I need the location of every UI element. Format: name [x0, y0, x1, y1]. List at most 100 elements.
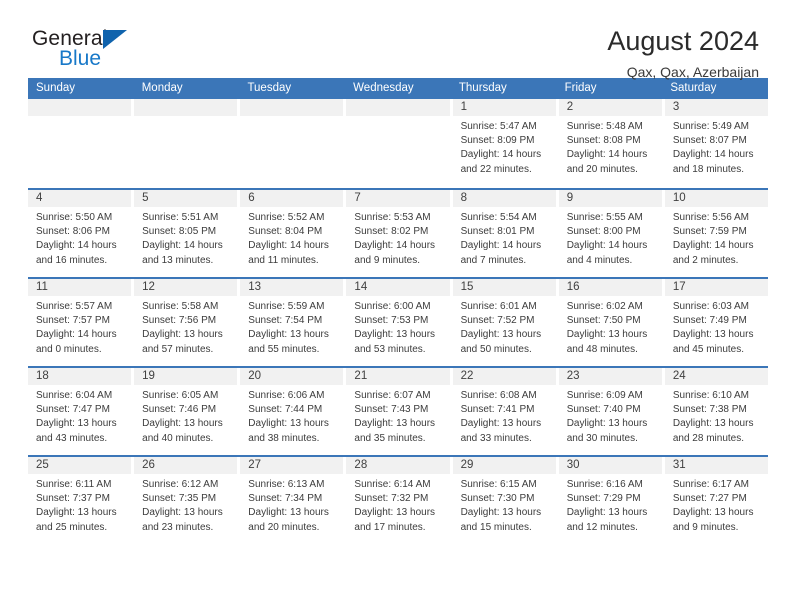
generalblue-logo[interactable]: General Blue: [32, 26, 232, 69]
day-cell[interactable]: 25 Sunrise: 6:11 AM Sunset: 7:37 PM Dayl…: [28, 457, 135, 544]
daylight-text-line2: and 43 minutes.: [36, 432, 108, 444]
sunrise-text: Sunrise: 5:50 AM: [36, 212, 113, 223]
daylight-text-line1: Daylight: 14 hours: [672, 149, 754, 161]
day-cell[interactable]: 11 Sunrise: 5:57 AM Sunset: 7:57 PM Dayl…: [28, 279, 135, 366]
sunset-text: Sunset: 8:09 PM: [460, 135, 535, 147]
sunrise-text: Sunrise: 5:56 AM: [672, 212, 749, 223]
daylight-text-line1: Daylight: 14 hours: [142, 240, 223, 252]
day-number: 18: [28, 368, 132, 385]
triangle-icon: [103, 30, 127, 49]
day-cell[interactable]: 26 Sunrise: 6:12 AM Sunset: 7:35 PM Dayl…: [134, 457, 241, 544]
day-cell[interactable]: 24 Sunrise: 6:10 AM Sunset: 7:38 PM Dayl…: [664, 368, 768, 455]
day-cell[interactable]: 6 Sunrise: 5:52 AM Sunset: 8:04 PM Dayli…: [240, 190, 347, 277]
weekday-header-wednesday: Wednesday: [353, 82, 414, 94]
day-cell[interactable]: 29 Sunrise: 6:15 AM Sunset: 7:30 PM Dayl…: [452, 457, 559, 544]
daylight-text-line1: Daylight: 13 hours: [142, 329, 223, 341]
day-cell[interactable]: 23 Sunrise: 6:09 AM Sunset: 7:40 PM Dayl…: [558, 368, 665, 455]
day-details: Sunrise: 5:55 AM Sunset: 8:00 PM Dayligh…: [559, 207, 662, 268]
sunrise-text: Sunrise: 6:11 AM: [36, 479, 112, 490]
day-number: 5: [134, 190, 238, 207]
day-cell[interactable]: 27 Sunrise: 6:13 AM Sunset: 7:34 PM Dayl…: [240, 457, 347, 544]
day-cell[interactable]: 8 Sunrise: 5:54 AM Sunset: 8:01 PM Dayli…: [452, 190, 559, 277]
daylight-text-line2: and 15 minutes.: [460, 521, 532, 533]
day-details: Sunrise: 5:59 AM Sunset: 7:54 PM Dayligh…: [240, 296, 343, 357]
day-cell[interactable]: [28, 99, 135, 188]
sunset-text: Sunset: 7:32 PM: [354, 493, 429, 505]
week-row: 25 Sunrise: 6:11 AM Sunset: 7:37 PM Dayl…: [28, 455, 768, 544]
daylight-text-line1: Daylight: 14 hours: [460, 149, 542, 161]
day-cell[interactable]: 4 Sunrise: 5:50 AM Sunset: 8:06 PM Dayli…: [28, 190, 135, 277]
day-cell[interactable]: 5 Sunrise: 5:51 AM Sunset: 8:05 PM Dayli…: [134, 190, 241, 277]
sunrise-text: Sunrise: 6:12 AM: [142, 479, 219, 490]
daylight-text-line2: and 2 minutes.: [672, 254, 739, 266]
day-cell[interactable]: 7 Sunrise: 5:53 AM Sunset: 8:02 PM Dayli…: [346, 190, 453, 277]
calendar-page: General Blue August 2024 Qax, Qax, Azerb…: [0, 0, 792, 612]
daylight-text-line1: Daylight: 13 hours: [672, 507, 754, 519]
daylight-text-line1: Daylight: 13 hours: [460, 418, 542, 430]
daylight-text-line1: Daylight: 13 hours: [354, 418, 436, 430]
day-details: Sunrise: 5:53 AM Sunset: 8:02 PM Dayligh…: [346, 207, 449, 268]
week-row: 4 Sunrise: 5:50 AM Sunset: 8:06 PM Dayli…: [28, 188, 768, 277]
daylight-text-line1: Daylight: 13 hours: [142, 418, 223, 430]
daylight-text-line2: and 40 minutes.: [142, 432, 214, 444]
day-number: 16: [558, 279, 662, 296]
day-cell[interactable]: [346, 99, 453, 188]
day-cell[interactable]: 14 Sunrise: 6:00 AM Sunset: 7:53 PM Dayl…: [346, 279, 453, 366]
day-cell[interactable]: 16 Sunrise: 6:02 AM Sunset: 7:50 PM Dayl…: [558, 279, 665, 366]
sunrise-text: Sunrise: 6:09 AM: [566, 390, 643, 401]
day-cell[interactable]: 9 Sunrise: 5:55 AM Sunset: 8:00 PM Dayli…: [558, 190, 665, 277]
sunset-text: Sunset: 7:54 PM: [248, 315, 323, 327]
day-cell[interactable]: 18 Sunrise: 6:04 AM Sunset: 7:47 PM Dayl…: [28, 368, 135, 455]
sunset-text: Sunset: 7:43 PM: [354, 404, 429, 416]
day-cell[interactable]: 30 Sunrise: 6:16 AM Sunset: 7:29 PM Dayl…: [558, 457, 665, 544]
calendar-grid: Sunday Monday Tuesday Wednesday Thursday…: [28, 78, 768, 544]
sunset-text: Sunset: 8:02 PM: [354, 226, 429, 238]
day-cell[interactable]: 15 Sunrise: 6:01 AM Sunset: 7:52 PM Dayl…: [452, 279, 559, 366]
day-cell[interactable]: 28 Sunrise: 6:14 AM Sunset: 7:32 PM Dayl…: [346, 457, 453, 544]
day-cell[interactable]: 20 Sunrise: 6:06 AM Sunset: 7:44 PM Dayl…: [240, 368, 347, 455]
daylight-text-line1: Daylight: 14 hours: [460, 240, 542, 252]
day-cell[interactable]: 13 Sunrise: 5:59 AM Sunset: 7:54 PM Dayl…: [240, 279, 347, 366]
sunset-text: Sunset: 7:29 PM: [566, 493, 641, 505]
day-cell[interactable]: 1 Sunrise: 5:47 AM Sunset: 8:09 PM Dayli…: [452, 99, 559, 188]
day-number: 28: [346, 457, 450, 474]
day-cell[interactable]: 19 Sunrise: 6:05 AM Sunset: 7:46 PM Dayl…: [134, 368, 241, 455]
day-cell[interactable]: 3 Sunrise: 5:49 AM Sunset: 8:07 PM Dayli…: [664, 99, 768, 188]
day-cell[interactable]: 12 Sunrise: 5:58 AM Sunset: 7:56 PM Dayl…: [134, 279, 241, 366]
sunset-text: Sunset: 8:01 PM: [460, 226, 535, 238]
day-details: Sunrise: 6:09 AM Sunset: 7:40 PM Dayligh…: [559, 385, 662, 446]
day-number: 6: [240, 190, 344, 207]
day-details: Sunrise: 6:07 AM Sunset: 7:43 PM Dayligh…: [346, 385, 449, 446]
day-cell[interactable]: 22 Sunrise: 6:08 AM Sunset: 7:41 PM Dayl…: [452, 368, 559, 455]
day-cell[interactable]: 2 Sunrise: 5:48 AM Sunset: 8:08 PM Dayli…: [558, 99, 665, 188]
day-cell[interactable]: 21 Sunrise: 6:07 AM Sunset: 7:43 PM Dayl…: [346, 368, 453, 455]
sunset-text: Sunset: 7:41 PM: [460, 404, 535, 416]
day-cell[interactable]: 31 Sunrise: 6:17 AM Sunset: 7:27 PM Dayl…: [664, 457, 768, 544]
day-number: 26: [134, 457, 238, 474]
daylight-text-line2: and 9 minutes.: [672, 521, 739, 533]
daylight-text-line1: Daylight: 14 hours: [36, 329, 117, 341]
sunrise-text: Sunrise: 5:48 AM: [566, 121, 643, 132]
day-details: Sunrise: 6:01 AM Sunset: 7:52 PM Dayligh…: [453, 296, 556, 357]
sunset-text: Sunset: 7:53 PM: [354, 315, 429, 327]
day-cell[interactable]: [134, 99, 241, 188]
sunset-text: Sunset: 7:37 PM: [36, 493, 110, 505]
day-cell[interactable]: [240, 99, 347, 188]
sunset-text: Sunset: 8:08 PM: [566, 135, 641, 147]
sunset-text: Sunset: 7:59 PM: [672, 226, 747, 238]
daylight-text-line2: and 57 minutes.: [142, 343, 214, 355]
sunrise-text: Sunrise: 6:03 AM: [672, 301, 749, 312]
sunrise-text: Sunrise: 5:49 AM: [672, 121, 749, 132]
weekday-header-monday: Monday: [141, 82, 183, 94]
sunrise-text: Sunrise: 5:57 AM: [36, 301, 113, 312]
daylight-text-line1: Daylight: 14 hours: [248, 240, 329, 252]
weekday-header-tuesday: Tuesday: [247, 82, 292, 94]
day-cell[interactable]: 17 Sunrise: 6:03 AM Sunset: 7:49 PM Dayl…: [664, 279, 768, 366]
sunrise-text: Sunrise: 5:47 AM: [460, 121, 537, 132]
daylight-text-line1: Daylight: 13 hours: [672, 329, 754, 341]
weekday-header-row: Sunday Monday Tuesday Wednesday Thursday…: [28, 78, 768, 99]
sunrise-text: Sunrise: 6:13 AM: [248, 479, 325, 490]
day-details: Sunrise: 5:51 AM Sunset: 8:05 PM Dayligh…: [134, 207, 237, 268]
day-cell[interactable]: 10 Sunrise: 5:56 AM Sunset: 7:59 PM Dayl…: [664, 190, 768, 277]
daylight-text-line2: and 48 minutes.: [566, 343, 638, 355]
